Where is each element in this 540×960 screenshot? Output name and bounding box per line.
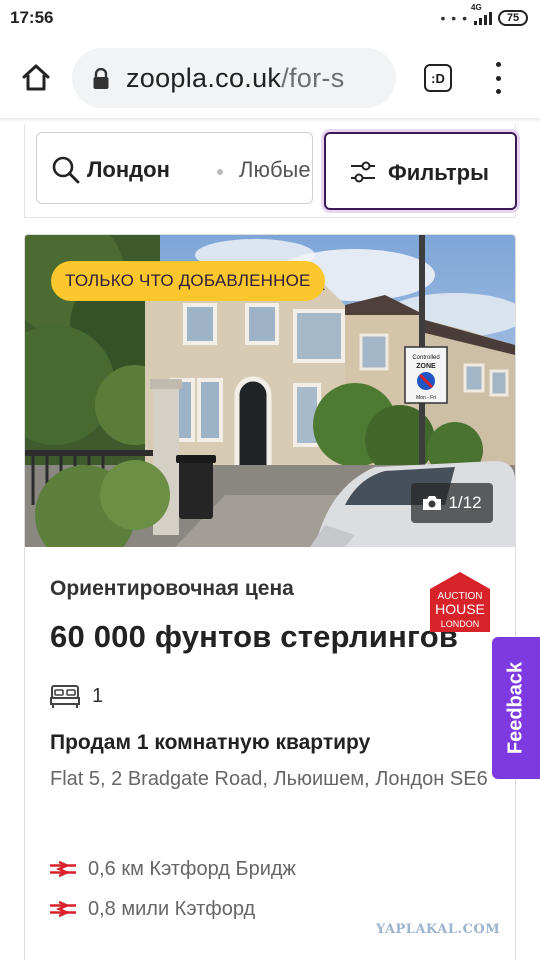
search-location: Лондон bbox=[87, 157, 170, 182]
feedback-label: Feedback bbox=[504, 661, 527, 755]
status-time: 17:56 bbox=[10, 8, 54, 27]
watermark: YAPLAKAL.COM bbox=[376, 922, 501, 937]
agent-logo-line3: LONDON bbox=[441, 619, 480, 629]
national-rail-icon bbox=[50, 861, 76, 877]
network-type: 4G bbox=[471, 3, 482, 12]
url-domain: zoopla.co.uk bbox=[126, 63, 282, 93]
tab-switcher-button[interactable]: :D bbox=[424, 64, 452, 92]
photo-counter[interactable]: 1/12 bbox=[411, 483, 493, 523]
listing-address: Flat 5, 2 Bradgate Road, Льюишем, Лондон… bbox=[50, 768, 488, 790]
url-bar[interactable]: zoopla.co.uk/for-s bbox=[72, 48, 396, 108]
price: 60 000 фунтов стерлингов bbox=[50, 619, 459, 654]
station-item: 0,6 км Кэтфорд Бридж bbox=[50, 855, 296, 883]
status-icons: • • • 4G 75 bbox=[440, 3, 528, 30]
filters-label: Фильтры bbox=[388, 160, 489, 185]
bedrooms-row: 1 bbox=[50, 681, 103, 711]
lock-icon bbox=[93, 68, 109, 89]
signal-icon: 4G bbox=[471, 3, 492, 25]
search-property-type: Любые… bbox=[239, 157, 312, 182]
page: 17:56 • • • 4G 75 zoopla.co.uk/for-s:D … bbox=[0, 0, 540, 960]
notification-dots-icon: • • • bbox=[440, 10, 468, 26]
home-icon bbox=[22, 64, 50, 91]
battery-icon: 75 bbox=[498, 10, 528, 26]
search-input[interactable]: Лондон Любые… bbox=[36, 132, 313, 204]
feedback-tab[interactable]: Feedback bbox=[492, 637, 540, 779]
listing-title[interactable]: Продам 1 комнатную квартиру bbox=[50, 731, 370, 755]
bedroom-count: 1 bbox=[92, 684, 104, 707]
url-path: /for-s bbox=[281, 63, 345, 93]
search-icon bbox=[52, 156, 80, 184]
sign-text-days: Mon - Fri bbox=[416, 395, 436, 401]
url-text: zoopla.co.uk/for-s bbox=[126, 63, 345, 94]
sliders-icon bbox=[351, 161, 375, 183]
camera-icon bbox=[423, 496, 442, 510]
station-distance: 0,8 мили Кэтфорд bbox=[88, 897, 256, 920]
station-distance: 0,6 км Кэтфорд Бридж bbox=[88, 857, 296, 880]
sign-text-controlled: Controlled bbox=[412, 355, 439, 361]
just-added-badge: ТОЛЬКО ЧТО ДОБАВЛЕННОЕ bbox=[51, 261, 325, 301]
national-rail-icon bbox=[50, 901, 76, 917]
agent-logo[interactable]: AUCTION HOUSE LONDON bbox=[429, 571, 491, 633]
station-item: 0,8 мили Кэтфорд bbox=[50, 895, 255, 923]
bed-icon bbox=[50, 685, 80, 708]
toolbar-divider bbox=[0, 118, 540, 122]
browser-toolbar: zoopla.co.uk/for-s :D bbox=[0, 40, 540, 116]
home-button[interactable] bbox=[16, 60, 56, 96]
filters-button[interactable]: Фильтры bbox=[324, 132, 517, 210]
photo-counter-text: 1/12 bbox=[448, 493, 482, 512]
browser-menu-button[interactable] bbox=[488, 62, 508, 94]
listing-photo[interactable]: Controlled ZONE Mon - Fri ТОЛЬКО ЧТО ДОБ… bbox=[25, 235, 515, 547]
status-bar: 17:56 • • • 4G 75 bbox=[0, 0, 540, 36]
separator-dot bbox=[217, 169, 223, 175]
price-label: Ориентировочная цена bbox=[50, 577, 294, 600]
agent-logo-line2: HOUSE bbox=[435, 601, 485, 617]
listing-card[interactable]: Controlled ZONE Mon - Fri ТОЛЬКО ЧТО ДОБ… bbox=[24, 234, 516, 960]
sign-text-zone: ZONE bbox=[416, 363, 436, 370]
